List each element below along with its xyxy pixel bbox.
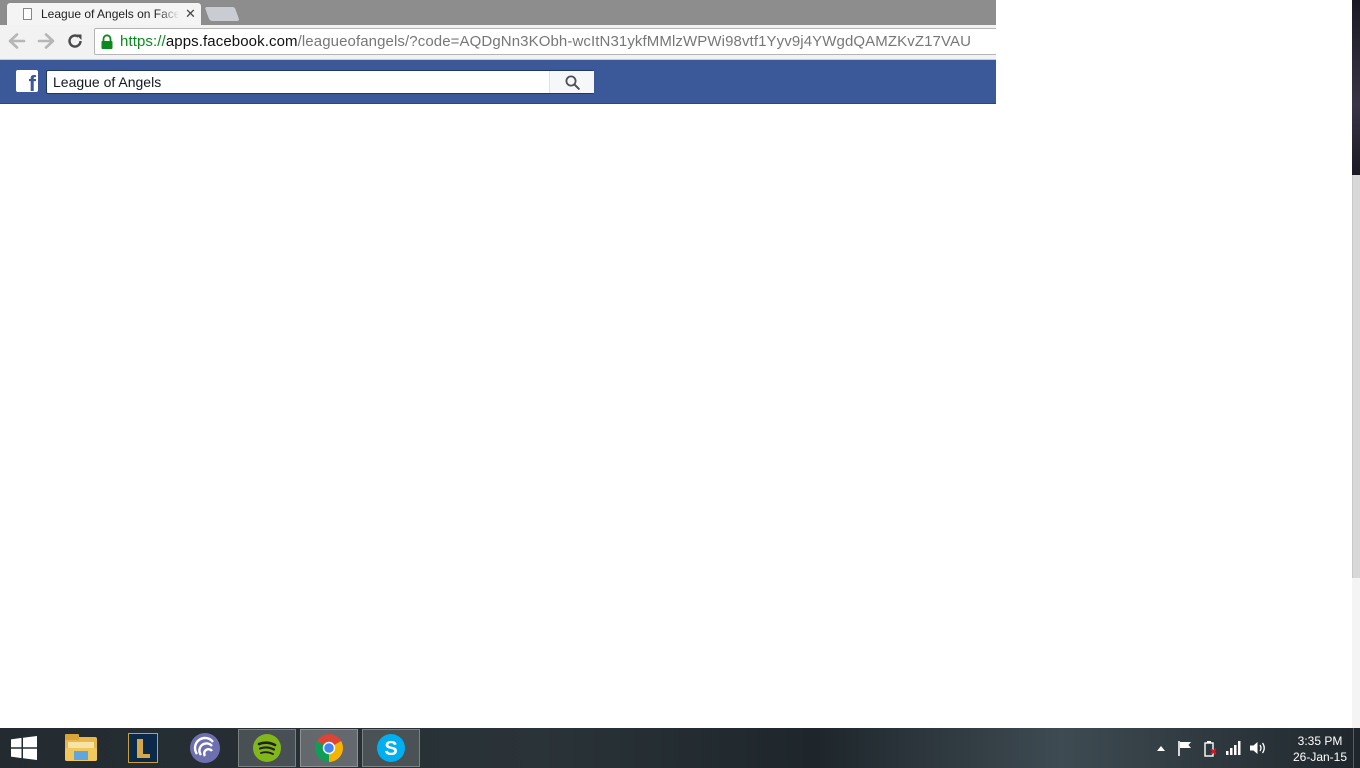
show-hidden-icons-icon[interactable] — [1157, 745, 1165, 751]
address-bar[interactable]: https://apps.facebook.com/leagueofangels… — [94, 28, 996, 55]
windows-taskbar: S 3:35 PM 26-Jan-15 — [0, 728, 1360, 768]
search-button[interactable] — [549, 71, 594, 93]
clock-date: 26-Jan-15 — [1292, 750, 1348, 764]
system-tray — [1150, 728, 1280, 768]
chrome-icon — [315, 734, 343, 762]
taskbar-clock[interactable]: 3:35 PM 26-Jan-15 — [1284, 733, 1356, 765]
app-content-area — [0, 104, 996, 728]
page-scrollbar-track[interactable] — [1352, 578, 1360, 728]
page-icon — [23, 8, 32, 20]
show-desktop-button[interactable] — [1353, 728, 1360, 768]
league-of-legends-icon — [128, 733, 158, 763]
taskbar-file-explorer[interactable] — [52, 729, 110, 767]
windows-logo-icon — [11, 736, 37, 760]
network-signal-icon[interactable] — [1226, 741, 1242, 755]
taskbar-bittorrent[interactable] — [176, 729, 234, 767]
start-button[interactable] — [4, 732, 44, 764]
taskbar-skype[interactable]: S — [362, 729, 420, 767]
search-icon — [565, 75, 580, 90]
tab-league-of-angels[interactable]: League of Angels on Facebook ✕ — [6, 2, 202, 25]
tab-strip: League of Angels on Facebook ✕ — [0, 0, 996, 25]
tab-close-icon[interactable]: ✕ — [185, 6, 196, 22]
url-text: https://apps.facebook.com/leagueofangels… — [120, 33, 971, 50]
browser-toolbar: https://apps.facebook.com/leagueofangels… — [0, 25, 996, 60]
reload-icon — [68, 34, 82, 48]
browser-window: League of Angels on Facebook ✕ — [0, 0, 996, 728]
folder-icon — [65, 734, 97, 761]
taskbar-chrome[interactable] — [300, 729, 358, 767]
action-center-flag-icon[interactable] — [1178, 741, 1192, 756]
url-scheme: https:// — [120, 33, 166, 50]
page-scrollbar-thumb[interactable] — [1352, 175, 1360, 578]
power-battery-icon[interactable] — [1202, 741, 1216, 757]
new-tab-button[interactable] — [203, 6, 241, 21]
desktop-background — [996, 0, 1360, 728]
taskbar-spotify[interactable] — [238, 729, 296, 767]
tab-title: League of Angels on Facebook — [41, 7, 179, 21]
forward-button[interactable] — [35, 30, 57, 52]
search-input[interactable] — [47, 71, 549, 93]
arrow-left-icon — [8, 33, 26, 49]
taskbar-league-of-legends[interactable] — [114, 729, 172, 767]
facebook-header: f — [0, 60, 996, 104]
skype-icon: S — [377, 734, 405, 762]
arrow-right-icon — [37, 33, 55, 49]
url-host: apps.facebook.com — [165, 33, 298, 50]
facebook-logo-icon[interactable]: f — [16, 70, 38, 92]
lock-icon — [101, 34, 113, 49]
volume-speaker-icon[interactable] — [1250, 741, 1266, 755]
clock-time: 3:35 PM — [1297, 734, 1343, 748]
desktop-wallpaper-strip — [1352, 0, 1360, 175]
svg-text:S: S — [384, 738, 397, 760]
reload-button[interactable] — [64, 30, 86, 52]
url-path: /leagueofangels/?code=AQDgNn3KObh-wcItN3… — [297, 33, 972, 50]
back-button[interactable] — [6, 30, 28, 52]
facebook-search-box — [46, 70, 594, 94]
bittorrent-icon — [190, 733, 220, 763]
spotify-icon — [253, 734, 281, 762]
